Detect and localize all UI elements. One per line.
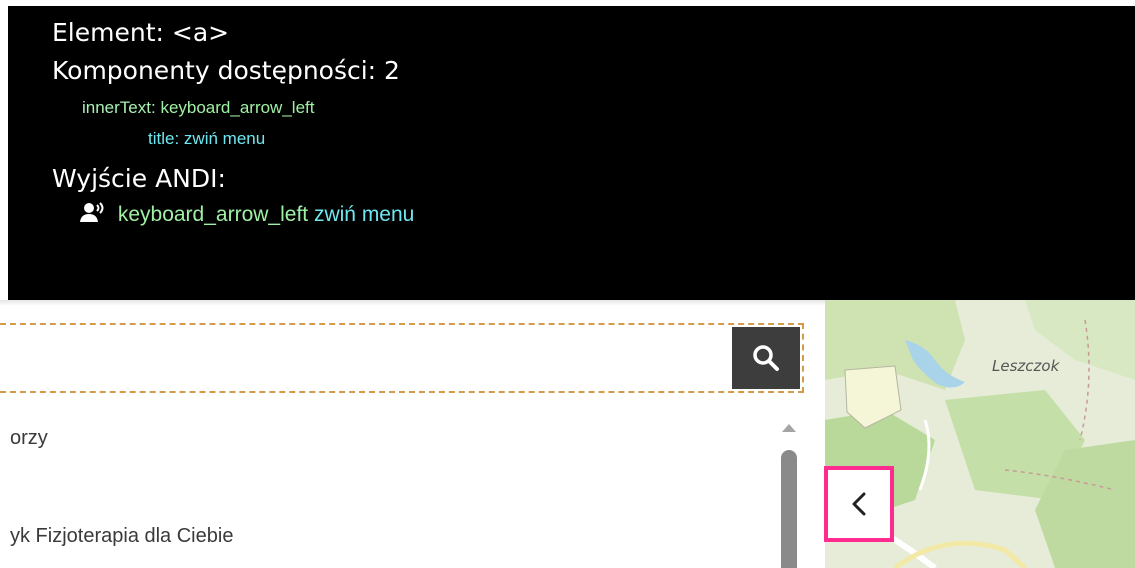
andi-output-label: Wyjście ANDI: <box>52 164 226 193</box>
search-icon <box>753 345 779 371</box>
andi-title-row: title: zwiń menu <box>148 128 265 150</box>
collapse-menu-button[interactable] <box>824 466 894 542</box>
output-title: zwiń menu <box>313 203 415 226</box>
scrollbar[interactable] <box>780 450 798 568</box>
search-box <box>0 323 804 393</box>
andi-output-panel: Element: <a> Komponenty dostępności: 2 i… <box>8 6 1135 300</box>
andi-components-line: Komponenty dostępności: 2 <box>52 56 400 85</box>
search-input[interactable] <box>0 325 734 393</box>
search-button[interactable] <box>732 327 800 389</box>
output-innertext: keyboard_arrow_left <box>117 203 309 226</box>
scrollbar-thumb[interactable] <box>781 450 797 568</box>
andi-element-line: Element: <a> <box>52 18 230 47</box>
chevron-left-icon <box>852 492 866 516</box>
speaker-icon <box>80 202 106 224</box>
innertext-value: keyboard_arrow_left <box>160 98 315 117</box>
map-place-label: Leszczok <box>992 357 1060 375</box>
list-item[interactable]: orzy <box>10 427 48 450</box>
title-value: zwiń menu <box>183 129 266 148</box>
innertext-key: innerText: <box>82 98 156 117</box>
header-shadow <box>0 300 825 306</box>
andi-output-row: keyboard_arrow_left zwiń menu <box>80 202 414 228</box>
title-key: title: <box>148 129 180 148</box>
andi-innertext-row: innerText: keyboard_arrow_left <box>82 97 314 119</box>
scroll-up-arrow[interactable] <box>782 424 796 432</box>
list-item[interactable]: yk Fizjoterapia dla Ciebie <box>10 525 233 548</box>
